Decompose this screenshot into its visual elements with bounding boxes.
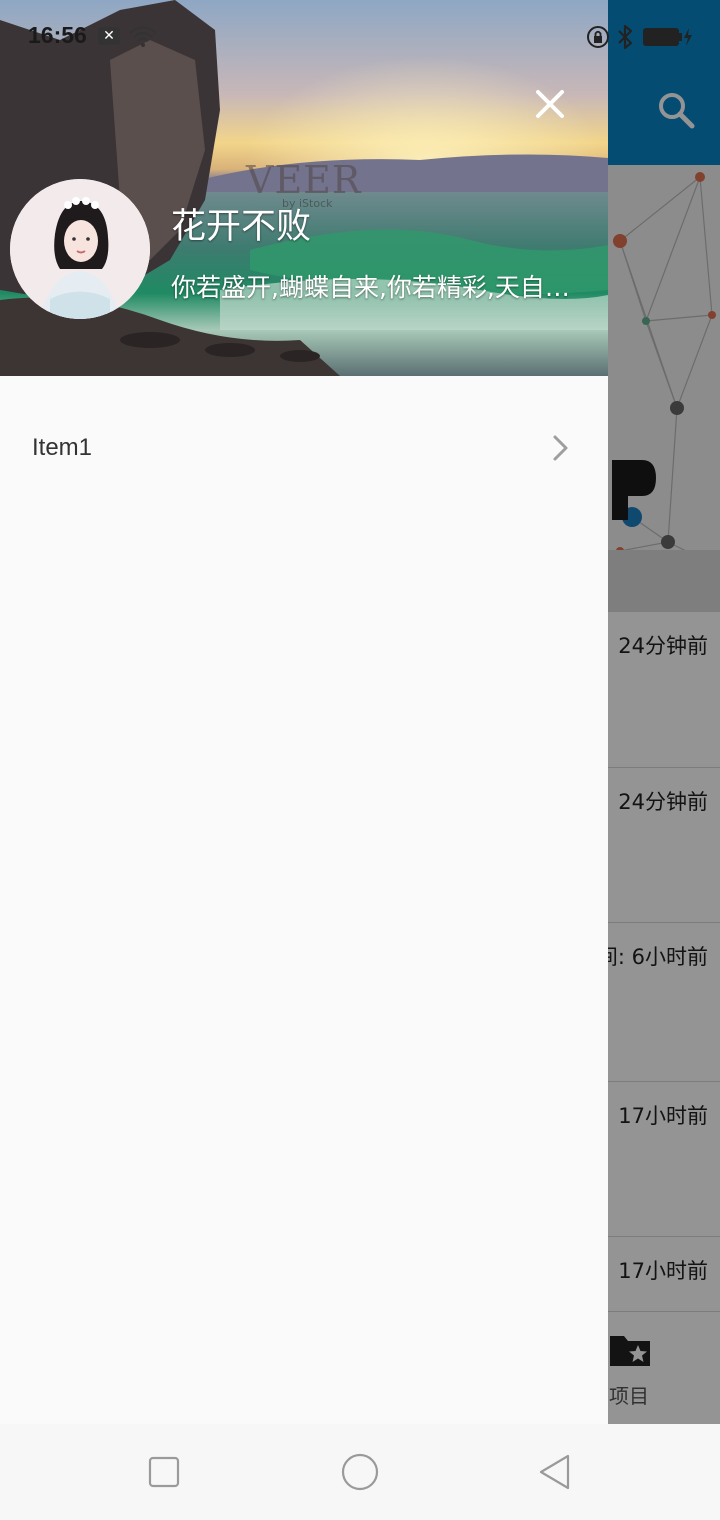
chevron-right-icon (553, 435, 568, 461)
avatar[interactable] (10, 179, 150, 319)
user-motto: 你若盛开,蝴蝶自来,你若精彩,天自安排 (171, 273, 581, 302)
avatar-image (10, 179, 150, 319)
user-name: 花开不败 (171, 207, 312, 247)
circle-icon[interactable] (340, 1452, 380, 1492)
close-icon[interactable] (526, 80, 574, 128)
close-box-icon: ✕ (98, 27, 120, 45)
wifi-icon (129, 26, 157, 47)
system-navigation-bar (0, 1424, 720, 1520)
square-icon[interactable] (144, 1452, 184, 1492)
lock-rotation-icon (587, 26, 609, 48)
image-watermark: VEER (246, 158, 362, 202)
battery-charging-icon (643, 28, 692, 46)
drawer-item-label: Item1 (32, 434, 93, 461)
drawer-item-item1[interactable]: Item1 (0, 406, 608, 490)
bluetooth-icon (618, 24, 633, 50)
status-bar: 16:56 ✕ (0, 0, 720, 52)
triangle-back-icon[interactable] (536, 1452, 576, 1492)
status-time: 16:56 (28, 22, 87, 48)
drawer-header: VEER by iStock 花开不败 你若盛开,蝴蝶自来,你若精彩,天自安排 (0, 0, 608, 376)
navigation-drawer: VEER by iStock 花开不败 你若盛开,蝴蝶自来,你若精彩,天自安排 … (0, 0, 608, 1424)
